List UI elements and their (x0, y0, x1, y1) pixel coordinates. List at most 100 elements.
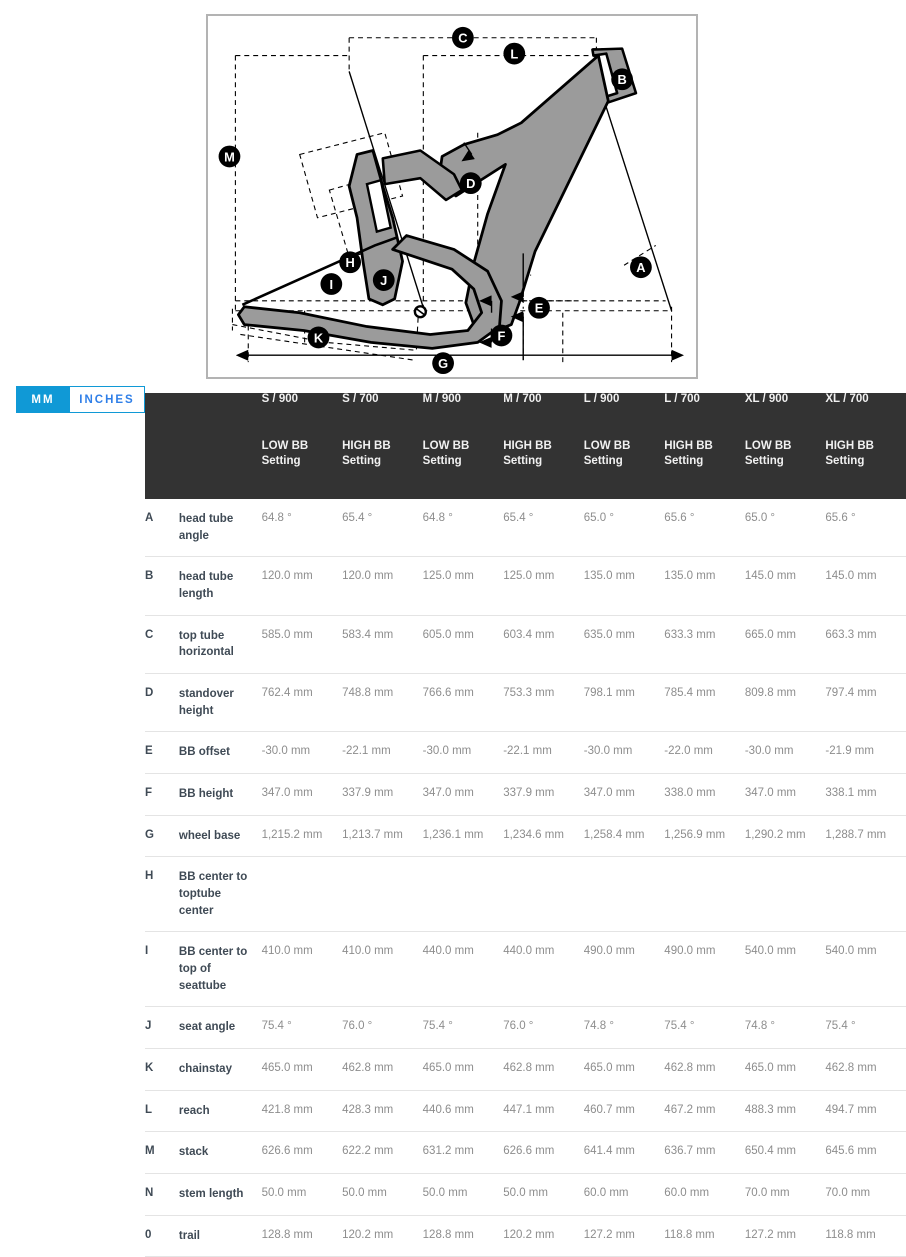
table-row: 0 trail 128.8 mm 120.2 mm 128.8 mm 120.2 mm 12… (145, 1215, 906, 1257)
cell-value: 1,236.1 mm (422, 815, 504, 858)
cell-value: 494.7 mm (825, 1090, 906, 1133)
cell-value: 128.8 mm (261, 1215, 343, 1257)
row-letter: N (145, 1173, 179, 1216)
table-row: Nstem length 50.0 mm 50.0 mm 50.0 mm 50.0 mm… (145, 1173, 906, 1216)
cell-value (342, 856, 423, 933)
cell-value: 118.8 mm (664, 1215, 745, 1257)
cell-value: 120.2 mm (342, 1215, 423, 1257)
cell-value: 76.0 ° (342, 1006, 423, 1050)
row-letter: E (145, 731, 179, 775)
unit-toggle[interactable]: MM INCHES (16, 386, 145, 413)
cell-value: 440.0 mm (422, 931, 504, 1008)
row-measure-name: BB center to top of seattube (178, 931, 262, 1008)
svg-text:G: G (438, 356, 448, 371)
geometry-diagram-panel: A B C D E F G H I J K L M (206, 14, 698, 379)
row-letter: G (145, 815, 179, 858)
cell-value: 1,290.2 mm (744, 815, 826, 858)
cell-value: 465.0 mm (261, 1048, 343, 1091)
table-row: Bhead tube length 120.0 mm 120.0 mm 125.0 m… (145, 556, 906, 616)
svg-text:E: E (535, 301, 544, 316)
cell-value: -30.0 mm (583, 731, 665, 775)
cell-value: 421.8 mm (261, 1090, 343, 1133)
table-row: Lreach 421.8 mm 428.3 mm 440.6 mm 447.1 mm 46… (145, 1090, 906, 1133)
cell-value: 462.8 mm (342, 1048, 423, 1091)
callout-E: E (528, 296, 550, 319)
cell-value: 50.0 mm (261, 1173, 343, 1216)
cell-value: 347.0 mm (422, 773, 504, 816)
row-measure-name: stem length (178, 1173, 262, 1216)
header-bb-5: HIGH BB Setting (664, 439, 745, 498)
callout-M: M (218, 145, 241, 168)
cell-value: 465.0 mm (583, 1048, 665, 1091)
row-measure-name: BB offset (178, 731, 262, 775)
callout-L: L (503, 42, 526, 65)
table-row: F BB height 347.0 mm 337.9 mm 347.0 mm 337.9 … (145, 773, 906, 816)
cell-value: 60.0 mm (664, 1173, 745, 1216)
cell-value: 748.8 mm (342, 673, 423, 733)
cell-value (422, 856, 504, 933)
row-measure-name: seat angle (178, 1006, 262, 1050)
header-size-1: S / 700 (342, 393, 423, 439)
callout-D: D (459, 172, 482, 195)
header-size-2: M / 900 (422, 393, 504, 439)
cell-value: 65.4 ° (342, 497, 423, 558)
cell-value: 135.0 mm (664, 556, 745, 616)
svg-text:H: H (345, 255, 354, 270)
cell-value: 76.0 ° (503, 1006, 584, 1050)
cell-value: 605.0 mm (422, 615, 504, 675)
cell-value: 462.8 mm (825, 1048, 906, 1091)
row-measure-name: head tube angle (178, 497, 262, 558)
row-letter: D (145, 673, 179, 733)
cell-value: 410.0 mm (261, 931, 343, 1008)
cell-value (664, 856, 745, 933)
cell-value: 410.0 mm (342, 931, 423, 1008)
cell-value: 1,215.2 mm (261, 815, 343, 858)
row-letter: C (145, 615, 179, 675)
svg-text:J: J (380, 273, 387, 288)
cell-value: 338.0 mm (664, 773, 745, 816)
cell-value: 633.3 mm (664, 615, 745, 675)
cell-value: 585.0 mm (261, 615, 343, 675)
cell-value: 663.3 mm (825, 615, 906, 675)
cell-value: 635.0 mm (583, 615, 665, 675)
row-measure-name: wheel base (178, 815, 262, 858)
cell-value: 467.2 mm (664, 1090, 745, 1133)
cell-value: 1,288.7 mm (825, 815, 906, 858)
svg-text:I: I (330, 277, 334, 292)
cell-value: 127.2 mm (583, 1215, 665, 1257)
callout-K: K (307, 326, 330, 349)
cell-value: 465.0 mm (744, 1048, 826, 1091)
cell-value: 626.6 mm (261, 1131, 343, 1175)
row-letter: K (145, 1048, 179, 1091)
row-letter: J (145, 1006, 179, 1050)
row-measure-name: head tube length (178, 556, 262, 616)
header-name-spacer (178, 393, 262, 439)
unit-tab-mm[interactable]: MM (16, 386, 70, 413)
svg-text:A: A (636, 260, 645, 275)
cell-value: 50.0 mm (422, 1173, 504, 1216)
cell-value: 753.3 mm (503, 673, 584, 733)
cell-value: 447.1 mm (503, 1090, 584, 1133)
cell-value: 488.3 mm (744, 1090, 826, 1133)
callout-B: B (611, 68, 633, 91)
cell-value: 337.9 mm (342, 773, 423, 816)
cell-value: -22.0 mm (664, 731, 745, 775)
cell-value: 490.0 mm (583, 931, 665, 1008)
header-bb-7: HIGH BB Setting (825, 439, 906, 498)
callout-F: F (490, 324, 513, 347)
cell-value: 540.0 mm (825, 931, 906, 1008)
cell-value: 762.4 mm (261, 673, 343, 733)
cell-value: 797.4 mm (825, 673, 906, 733)
cell-value: 65.0 ° (744, 497, 826, 558)
cell-value: 145.0 mm (744, 556, 826, 616)
row-measure-name: BB center to toptube center (178, 856, 262, 933)
cell-value: 50.0 mm (342, 1173, 423, 1216)
unit-tab-inches[interactable]: INCHES (70, 386, 145, 413)
callout-C: C (452, 26, 474, 49)
svg-text:K: K (314, 330, 324, 345)
cell-value: 785.4 mm (664, 673, 745, 733)
table-row: Ahead tube angle 64.8 ° 65.4 ° 64.8 ° 65.4 °… (145, 497, 906, 558)
header-bb-4: LOW BB Setting (583, 439, 665, 498)
cell-value: 462.8 mm (664, 1048, 745, 1091)
bike-frame-diagram: A B C D E F G H I J K L M (218, 26, 685, 375)
